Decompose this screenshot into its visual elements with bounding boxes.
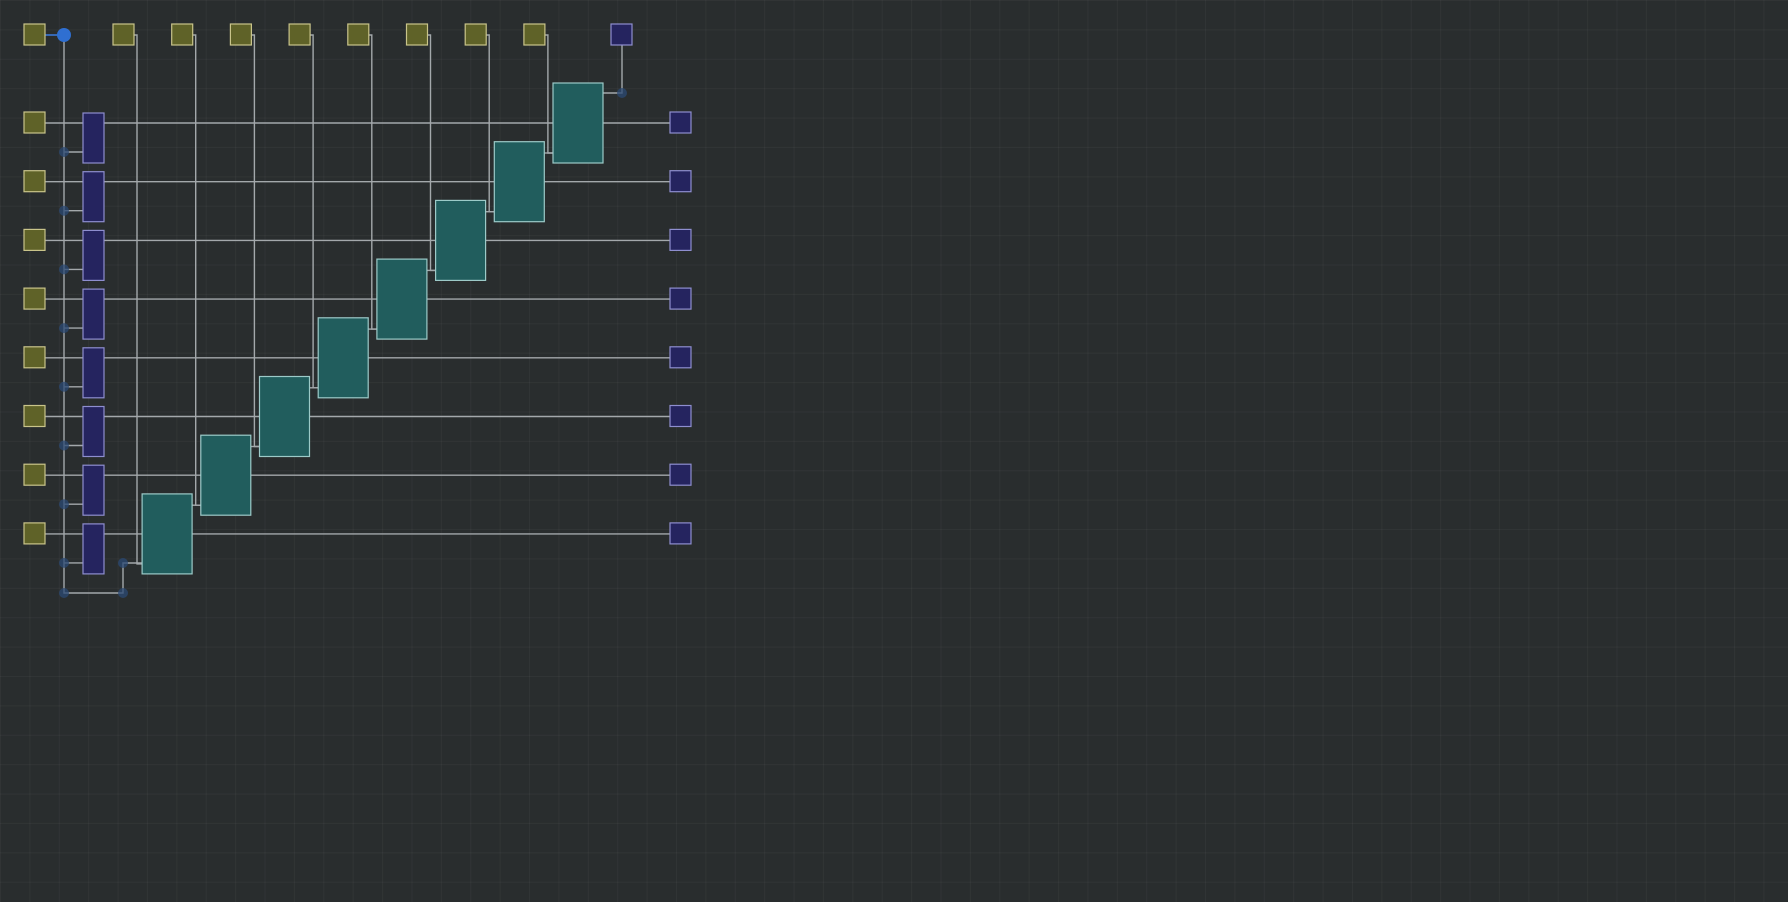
wire-top-input[interactable] — [540, 34, 553, 154]
input-pin-top[interactable] — [171, 23, 194, 46]
junction-bus-tap — [59, 440, 69, 451]
output-pin-right[interactable] — [669, 170, 692, 193]
junction-bus-tap — [59, 557, 69, 568]
adder-cell[interactable] — [258, 375, 311, 458]
adder-cell[interactable] — [141, 493, 193, 575]
input-pin-top[interactable] — [523, 23, 546, 46]
junction-carry-out — [617, 88, 627, 98]
circuit-diagram[interactable] — [0, 0, 1788, 902]
input-pin-left[interactable] — [23, 228, 46, 251]
active-signal-indicator — [57, 28, 71, 42]
side-module[interactable] — [82, 112, 105, 164]
wire-carry-out[interactable] — [603, 44, 623, 94]
junction-bus-tap — [59, 323, 69, 334]
junction-carry-corner — [118, 588, 128, 598]
output-pin-carry-out[interactable] — [610, 23, 633, 46]
input-pin-left[interactable] — [23, 287, 46, 310]
wire-top-input[interactable] — [423, 34, 436, 272]
junction-carry-corner — [59, 588, 69, 598]
input-pin-top[interactable] — [405, 23, 429, 46]
adder-cell[interactable] — [376, 258, 428, 340]
side-module[interactable] — [82, 523, 105, 575]
junction-bus-tap — [59, 147, 69, 157]
input-pin-left[interactable] — [23, 170, 46, 193]
wire-top-input[interactable] — [188, 34, 201, 506]
output-pin-right[interactable] — [669, 111, 692, 134]
input-pin-left[interactable] — [23, 111, 46, 134]
junction-bus-tap — [59, 264, 69, 275]
adder-cell[interactable] — [435, 199, 487, 281]
output-pin-right[interactable] — [669, 404, 692, 428]
circuit-canvas[interactable] — [0, 0, 1788, 902]
input-pin-top[interactable] — [464, 23, 487, 46]
input-pin-left[interactable] — [23, 522, 46, 545]
junction-bus-tap — [59, 381, 69, 392]
side-module[interactable] — [82, 464, 105, 516]
adder-cell[interactable] — [317, 317, 369, 399]
adder-cell[interactable] — [493, 141, 545, 223]
output-pin-right[interactable] — [669, 287, 692, 310]
wire-top-input[interactable] — [306, 34, 319, 389]
side-module[interactable] — [82, 288, 105, 340]
side-module[interactable] — [82, 405, 105, 458]
input-pin-left[interactable] — [23, 463, 46, 486]
junction-carry-corner — [118, 558, 128, 568]
input-pin-top[interactable] — [347, 23, 370, 46]
adder-cell[interactable] — [200, 434, 252, 516]
input-pin-top[interactable] — [229, 23, 252, 46]
input-pin-left[interactable] — [23, 346, 46, 369]
input-pin-top[interactable] — [288, 23, 311, 46]
junction-bus-tap — [59, 499, 69, 510]
input-pin-carry-in[interactable] — [23, 23, 46, 46]
side-module[interactable] — [82, 229, 105, 281]
output-pin-right[interactable] — [669, 346, 692, 369]
output-pin-right[interactable] — [669, 522, 692, 545]
junction-bus-tap — [59, 205, 69, 216]
output-pin-right[interactable] — [669, 228, 692, 251]
output-pin-right[interactable] — [669, 463, 692, 486]
side-module[interactable] — [82, 347, 105, 399]
adder-cell[interactable] — [552, 82, 604, 164]
side-module[interactable] — [82, 171, 105, 223]
input-pin-left[interactable] — [23, 404, 46, 428]
input-pin-top[interactable] — [112, 23, 135, 46]
